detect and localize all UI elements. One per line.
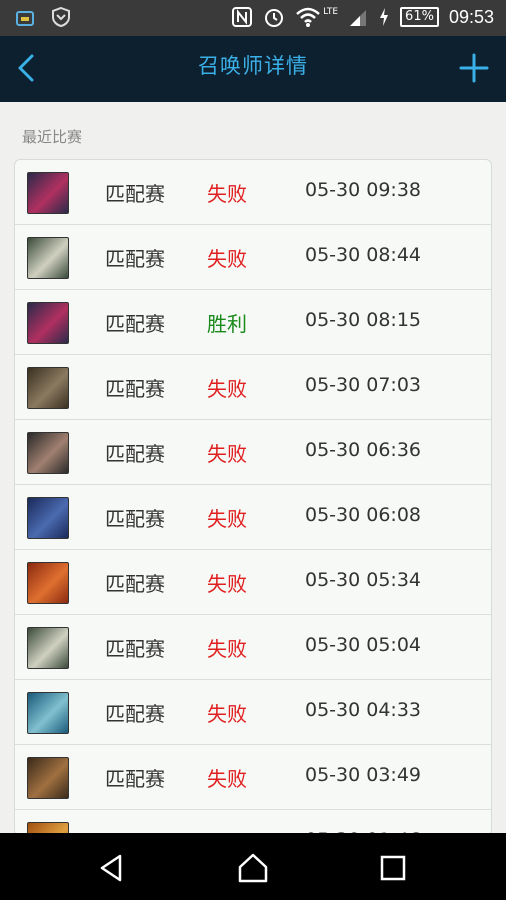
navigation-bar [0, 833, 506, 900]
match-row[interactable]: 匹配赛 胜利 05-30 08:15 [15, 290, 491, 355]
champion-avatar [27, 497, 69, 539]
match-time: 05-30 03:49 [305, 764, 422, 786]
network-label: LTE [323, 7, 339, 17]
match-mode: 匹配赛 [105, 377, 165, 401]
match-row[interactable]: 匹配赛 失败 05-30 07:03 [15, 355, 491, 420]
back-nav-icon[interactable] [96, 851, 130, 885]
match-mode: 匹配赛 [105, 637, 165, 661]
champion-avatar [27, 302, 69, 344]
match-mode: 匹配赛 [105, 767, 165, 791]
add-button[interactable] [456, 50, 492, 86]
notification-app-icon [16, 11, 34, 26]
match-time: 05-30 07:03 [305, 374, 422, 396]
match-time: 05-30 08:15 [305, 309, 422, 331]
match-time: 05-30 05:04 [305, 634, 422, 656]
champion-avatar [27, 692, 69, 734]
status-bar: LTE 61% 09:53 [0, 0, 506, 36]
match-row[interactable]: 匹配赛 失败 05-30 05:04 [15, 615, 491, 680]
match-result: 失败 [207, 182, 247, 206]
match-mode: 匹配赛 [105, 182, 165, 206]
champion-avatar [27, 367, 69, 409]
champion-avatar [27, 432, 69, 474]
match-result: 失败 [207, 442, 247, 466]
match-result: 失败 [207, 247, 247, 271]
match-mode: 匹配赛 [105, 507, 165, 531]
match-result: 失败 [207, 767, 247, 791]
clock: 09:53 [448, 6, 494, 27]
match-result: 失败 [207, 702, 247, 726]
match-row[interactable]: 匹配赛 失败 05-30 06:08 [15, 485, 491, 550]
champion-avatar [27, 562, 69, 604]
match-result: 失败 [207, 572, 247, 596]
match-row[interactable]: 匹配赛 失败 05-30 04:33 [15, 680, 491, 745]
match-time: 05-30 06:36 [305, 439, 422, 461]
match-result: 失败 [207, 377, 247, 401]
match-row[interactable]: 匹配赛 失败 05-30 09:38 [15, 160, 491, 225]
match-row[interactable]: 匹配赛 失败 05-30 03:49 [15, 745, 491, 810]
match-result: 失败 [207, 507, 247, 531]
match-list[interactable]: 匹配赛 失败 05-30 09:38 匹配赛 失败 05-30 08:44 匹配赛 胜利 05-… [14, 159, 492, 836]
champion-avatar [27, 237, 69, 279]
champion-avatar [27, 757, 69, 799]
match-mode: 匹配赛 [105, 247, 165, 271]
wifi-icon [296, 7, 320, 27]
match-mode: 匹配赛 [105, 442, 165, 466]
section-label: 最近比赛 [22, 128, 83, 146]
champion-avatar [27, 627, 69, 669]
charging-icon [380, 8, 389, 26]
match-mode: 匹配赛 [105, 572, 165, 596]
battery-indicator: 61% [400, 7, 439, 27]
match-mode: 匹配赛 [105, 312, 165, 336]
match-mode: 匹配赛 [105, 702, 165, 726]
home-nav-icon[interactable] [236, 851, 270, 885]
match-time: 05-30 08:44 [305, 244, 422, 266]
champion-avatar [27, 172, 69, 214]
match-row[interactable]: 匹配赛 失败 05-30 05:34 [15, 550, 491, 615]
match-result: 失败 [207, 637, 247, 661]
match-time: 05-30 06:08 [305, 504, 422, 526]
match-time: 05-30 05:34 [305, 569, 422, 591]
match-row[interactable]: 匹配赛 失败 05-30 06:36 [15, 420, 491, 485]
shield-icon [52, 6, 70, 28]
signal-icon [350, 10, 367, 26]
page-title: 召唤师详情 [198, 54, 308, 78]
alarm-icon [265, 9, 284, 27]
match-time: 05-30 04:33 [305, 699, 422, 721]
app-bar: 召唤师详情 [0, 36, 506, 102]
match-result: 胜利 [207, 312, 247, 336]
recents-nav-icon[interactable] [376, 851, 410, 885]
match-time: 05-30 09:38 [305, 179, 422, 201]
match-row[interactable]: 匹配赛 失败 05-30 08:44 [15, 225, 491, 290]
nfc-icon [232, 7, 253, 27]
